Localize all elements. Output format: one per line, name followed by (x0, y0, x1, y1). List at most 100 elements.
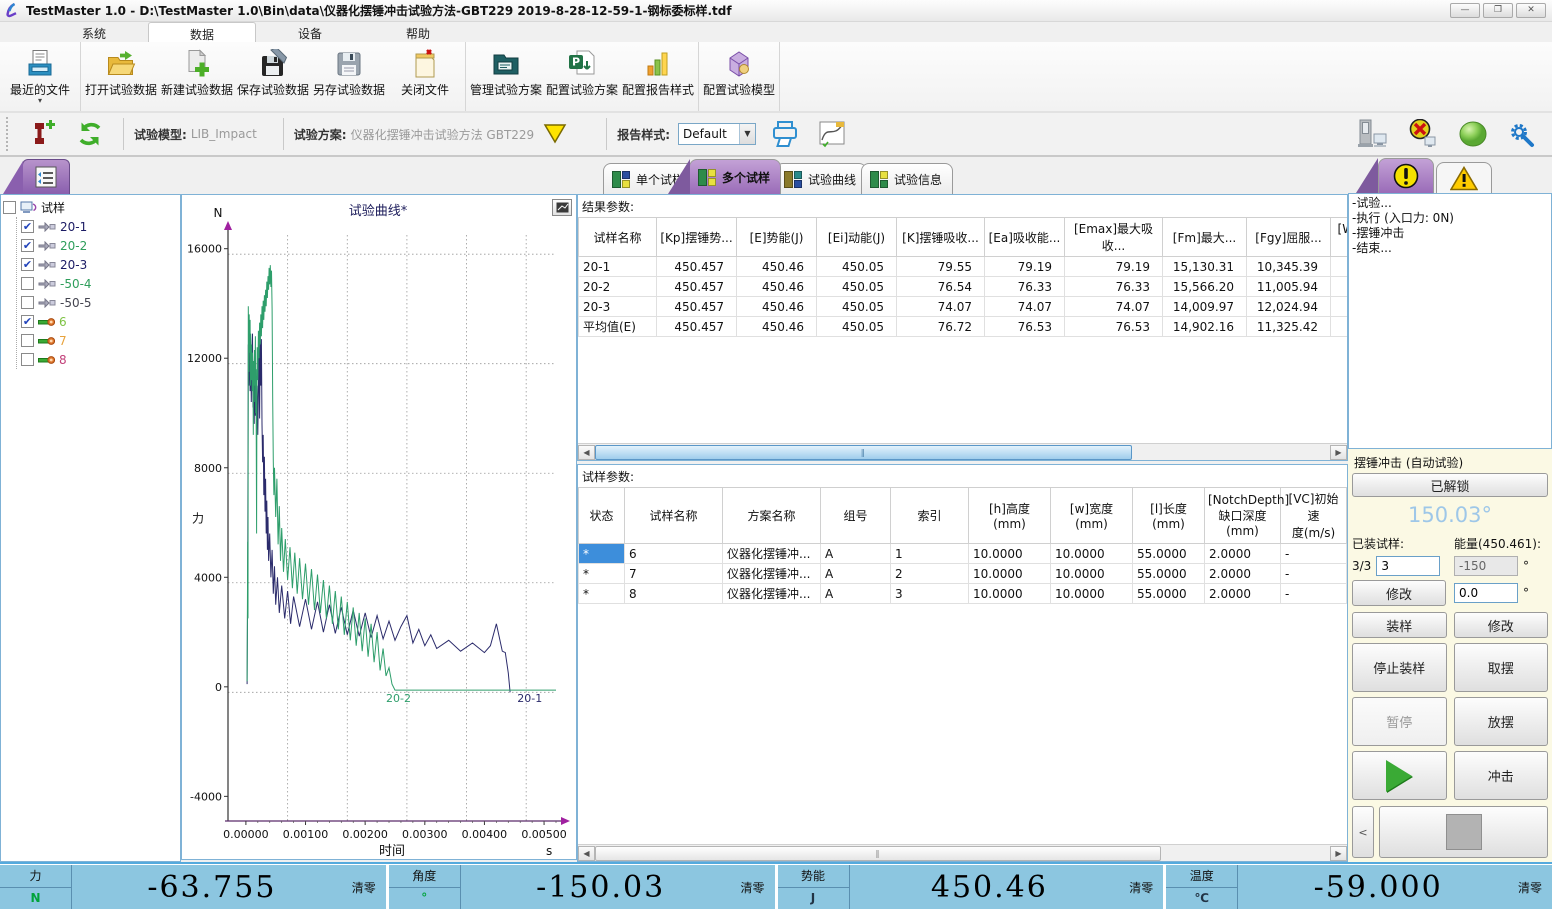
table-cell[interactable]: 450.46 (737, 317, 817, 337)
table-cell[interactable]: 仪器化摆锤冲... (723, 584, 821, 604)
table-cell[interactable]: * (579, 584, 625, 604)
table-cell[interactable]: 14,009.97 (1163, 297, 1247, 317)
column-header[interactable]: [Kp]摆锤势... (657, 218, 737, 257)
toolbar-save-data-button[interactable]: 保存试验数据 (235, 45, 311, 108)
specimen-hscrollbar[interactable]: ◀ ‖ ▶ (578, 844, 1347, 861)
tab-alert-messages[interactable] (1436, 162, 1492, 193)
table-cell[interactable]: 15,130.31 (1163, 257, 1247, 277)
start-button[interactable] (1352, 751, 1447, 800)
table-cell[interactable]: 450.457 (657, 277, 737, 297)
table-row[interactable]: 20-2450.457450.46450.0576.5476.3376.3315… (579, 277, 1348, 297)
table-cell[interactable]: 1 (891, 544, 969, 564)
table-cell[interactable]: 11,325.42 (1247, 317, 1331, 337)
table-cell[interactable]: 450.05 (817, 317, 897, 337)
toolbar-config-model-button[interactable]: 配置试验模型 (701, 45, 777, 108)
tree-checkbox[interactable] (3, 201, 16, 214)
table-cell[interactable]: 1.8 (1331, 317, 1348, 337)
table-cell[interactable]: 1.5 (1331, 257, 1348, 277)
report-style-combobox[interactable]: Default ▼ (678, 123, 756, 145)
table-cell[interactable]: 1.7 (1331, 277, 1348, 297)
tree-item-20-1[interactable]: ✔20-1 (21, 217, 178, 236)
table-cell[interactable]: - (1347, 564, 1348, 584)
table-cell[interactable]: 10.0000 (1051, 544, 1133, 564)
table-cell[interactable]: 450.46 (737, 277, 817, 297)
table-row[interactable]: 20-1450.457450.46450.0579.5579.1979.1915… (579, 257, 1348, 277)
table-cell[interactable]: 450.05 (817, 297, 897, 317)
table-cell[interactable]: 10.0000 (1051, 564, 1133, 584)
table-cell[interactable]: 2.0 (1331, 297, 1348, 317)
column-header[interactable]: [K]摆锤吸收... (897, 218, 985, 257)
stop-loading-button[interactable]: 停止装样 (1352, 643, 1447, 692)
table-row[interactable]: *8仪器化摆锤冲...A310.000010.000055.00002.0000… (579, 584, 1348, 604)
table-cell[interactable]: 10.0000 (969, 584, 1051, 604)
table-cell[interactable]: 76.33 (985, 277, 1065, 297)
table-cell[interactable]: 74.07 (985, 297, 1065, 317)
table-cell[interactable]: A (821, 564, 891, 584)
take-pendulum-button[interactable]: 取摆 (1454, 643, 1549, 692)
table-cell[interactable]: 10.0000 (969, 564, 1051, 584)
table-cell[interactable]: 14,902.16 (1163, 317, 1247, 337)
chart-popout-button[interactable] (552, 199, 572, 216)
toolbar-config-plan-button[interactable]: P配置试验方案 (544, 45, 620, 108)
table-cell[interactable]: 2 (891, 564, 969, 584)
column-header[interactable]: [Emax]最大吸收... (1065, 218, 1163, 257)
table-cell[interactable]: 76.33 (1065, 277, 1163, 297)
toolbar-new-data-button[interactable]: 新建试验数据 (159, 45, 235, 108)
results-hscrollbar[interactable]: ◀ ‖ ▶ (578, 443, 1347, 460)
table-row[interactable]: *7仪器化摆锤冲...A210.000010.000055.00002.0000… (579, 564, 1348, 584)
emergency-stop-button[interactable] (1379, 806, 1548, 858)
tree-tab[interactable] (22, 159, 70, 194)
table-cell[interactable]: 79.19 (1065, 257, 1163, 277)
table-cell[interactable]: - (1347, 584, 1348, 604)
table-cell[interactable]: 2.0000 (1205, 564, 1281, 584)
table-cell[interactable]: 10.0000 (1051, 584, 1133, 604)
tree-item--50-4[interactable]: -50-4 (21, 274, 178, 293)
table-cell[interactable]: 55.0000 (1133, 584, 1205, 604)
column-header[interactable]: [Ei]动能(J) (817, 218, 897, 257)
tree-item-6[interactable]: ✔6 (21, 312, 178, 331)
table-cell[interactable]: 20-3 (579, 297, 657, 317)
tab-试验曲线[interactable]: 试验曲线 (775, 163, 867, 194)
tree-item-7[interactable]: 7 (21, 331, 178, 350)
menu-系统[interactable]: 系统 (40, 22, 148, 42)
table-cell[interactable]: * (579, 544, 625, 564)
table-cell[interactable]: 6 (625, 544, 723, 564)
table-cell[interactable]: 10.0000 (969, 544, 1051, 564)
minimize-button[interactable]: — (1450, 3, 1480, 18)
results-table[interactable]: 试样名称[Kp]摆锤势...[E]势能(J)[Ei]动能(J)[K]摆锤吸收..… (578, 218, 1347, 337)
table-cell[interactable]: 15,566.20 (1163, 277, 1247, 297)
tree-item-20-3[interactable]: ✔20-3 (21, 255, 178, 274)
table-cell[interactable]: 20-1 (579, 257, 657, 277)
column-header[interactable]: [Ea]吸收能... (985, 218, 1065, 257)
machine-status-icon[interactable] (1355, 119, 1389, 149)
specimen-table[interactable]: 状态试样名称方案名称组号索引[h]高度 (mm)[w]宽度 (mm)[l]长度(… (578, 488, 1347, 604)
table-cell[interactable]: * (579, 564, 625, 584)
column-header[interactable] (1347, 488, 1348, 544)
unlock-button[interactable]: 已解锁 (1352, 473, 1548, 497)
add-specimen-icon[interactable] (30, 119, 58, 149)
column-header[interactable]: 试样名称 (579, 218, 657, 257)
tree-checkbox[interactable] (21, 353, 34, 366)
restore-button[interactable]: ❐ (1483, 3, 1513, 18)
tree-checkbox[interactable] (21, 296, 34, 309)
scroll-left-icon[interactable]: ◀ (578, 846, 595, 861)
toolbar-save-as-data-button[interactable]: 另存试验数据 (311, 45, 387, 108)
table-cell[interactable]: 55.0000 (1133, 564, 1205, 584)
table-cell[interactable]: 450.457 (657, 297, 737, 317)
table-cell[interactable]: 55.0000 (1133, 544, 1205, 564)
column-header[interactable]: [NotchDepth] 缺口深度 (mm) (1205, 488, 1281, 544)
table-cell[interactable]: A (821, 544, 891, 564)
table-cell[interactable]: 450.46 (737, 257, 817, 277)
table-cell[interactable]: - (1347, 544, 1348, 564)
column-header[interactable]: 试样名称 (625, 488, 723, 544)
tree-checkbox[interactable]: ✔ (21, 315, 34, 328)
tree-item-20-2[interactable]: ✔20-2 (21, 236, 178, 255)
report-preview-icon[interactable] (818, 120, 846, 148)
table-cell[interactable]: - (1281, 544, 1347, 564)
table-cell[interactable]: - (1281, 564, 1347, 584)
table-cell[interactable]: 2.0000 (1205, 584, 1281, 604)
clear-button[interactable]: 清零 (1129, 865, 1163, 909)
tree-item-8[interactable]: 8 (21, 350, 178, 369)
refresh-icon[interactable] (76, 119, 104, 149)
column-header[interactable]: [VC]初始速 度(m/s) (1281, 488, 1347, 544)
